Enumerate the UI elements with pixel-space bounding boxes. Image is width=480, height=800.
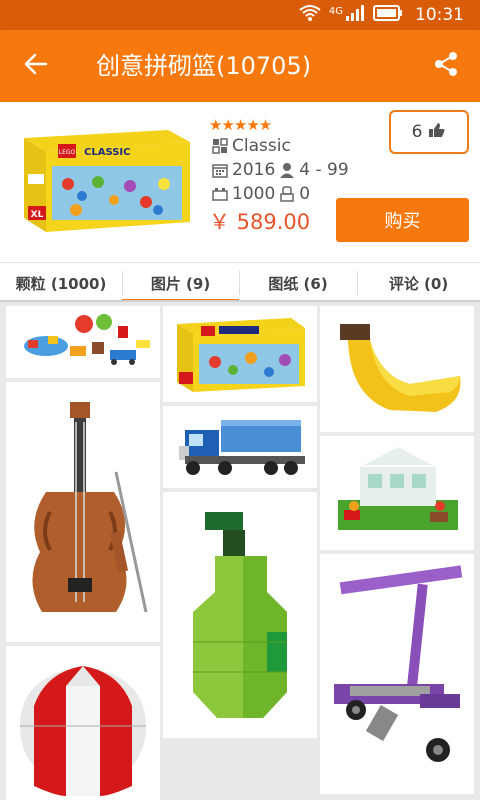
theme-icon	[212, 138, 228, 154]
gallery-image-scooter[interactable]	[320, 554, 474, 794]
tab-images[interactable]: 图片 (9)	[122, 263, 239, 303]
theme-label: Classic	[232, 136, 291, 156]
price-label: ￥ 589.00	[209, 210, 311, 234]
tab-instructions[interactable]: 图纸 (6)	[239, 263, 357, 303]
gallery-image-box[interactable]	[163, 306, 317, 402]
gallery-image-greenhouse[interactable]	[320, 436, 474, 550]
gallery-image-violin[interactable]	[6, 382, 160, 642]
thumbs-up-icon	[428, 122, 446, 143]
pieces-minifigs-row: 1000 0	[212, 184, 310, 204]
rating-stars: ★★★★★	[209, 116, 272, 134]
network-type-label: 4G	[328, 5, 343, 17]
battery-icon	[373, 5, 403, 25]
year-age-row: 2016 4 - 99	[212, 160, 349, 180]
tab-pieces[interactable]: 颗粒 (1000)	[0, 263, 122, 303]
gallery-image-truck[interactable]	[163, 406, 317, 488]
product-info-panel: LEGO CLASSIC XL ★★★★★ Classic 2016 4 - 9…	[0, 102, 480, 262]
person-icon	[279, 162, 295, 178]
back-arrow-icon	[24, 53, 48, 79]
pieces-icon	[212, 186, 228, 202]
wifi-icon	[299, 4, 321, 26]
clock: 10:31	[415, 5, 464, 25]
page-title: 创意拼砌篮(10705)	[96, 52, 312, 80]
status-bar: 4G 10:31	[0, 0, 480, 30]
share-button[interactable]	[424, 46, 468, 86]
gallery-image-pear[interactable]	[163, 492, 317, 738]
app-bar: 创意拼砌篮(10705)	[0, 30, 480, 102]
minifig-icon	[279, 186, 295, 202]
year-label: 2016	[232, 160, 276, 180]
minifig-count: 0	[299, 184, 311, 204]
tab-comments[interactable]: 评论 (0)	[357, 263, 480, 303]
like-count: 6	[411, 122, 423, 142]
svg-text:XL: XL	[31, 210, 44, 220]
like-button[interactable]: 6	[389, 110, 469, 154]
gallery-image-assorted-models[interactable]	[6, 306, 160, 378]
svg-text:CLASSIC: CLASSIC	[84, 147, 130, 158]
buy-button[interactable]: 购买	[336, 198, 469, 242]
share-icon	[433, 51, 459, 81]
calendar-icon	[212, 162, 228, 178]
pieces-count: 1000	[232, 184, 276, 204]
image-gallery	[0, 302, 480, 800]
product-box-image[interactable]: LEGO CLASSIC XL	[18, 124, 194, 236]
signal-icon	[345, 4, 365, 26]
gallery-image-hot-air-balloon[interactable]	[6, 646, 160, 800]
back-button[interactable]	[14, 46, 58, 86]
theme-row: Classic	[212, 136, 291, 156]
svg-text:LEGO: LEGO	[59, 149, 76, 156]
gallery-image-banana[interactable]	[320, 306, 474, 432]
tab-bar: 颗粒 (1000) 图片 (9) 图纸 (6) 评论 (0)	[0, 262, 480, 303]
age-range-label: 4 - 99	[299, 160, 349, 180]
